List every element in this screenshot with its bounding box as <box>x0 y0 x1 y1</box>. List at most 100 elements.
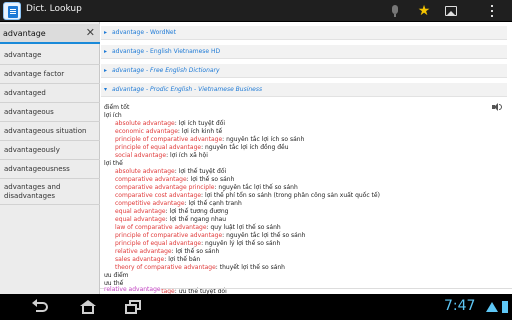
wifi-icon <box>486 302 498 312</box>
entry-meaning: lợi thế tuyệt đối <box>178 168 227 175</box>
app-title: Dict. Lookup <box>26 4 82 14</box>
entry-meaning: nguyên tắc lợi thế so sánh <box>226 232 306 239</box>
entry-row: principle of equal advantage: nguyên tắc… <box>115 144 289 151</box>
battery-icon <box>502 301 508 313</box>
entry-phrase[interactable]: equal advantage <box>115 208 166 215</box>
entry-phrase[interactable]: law of comparative advantage <box>115 224 207 231</box>
overflow-menu-icon[interactable] <box>484 3 500 19</box>
dictionary-header-english-vietnamese-hd[interactable]: ▸ advantage - English Vietnamese HD <box>101 45 507 59</box>
list-item[interactable]: advantaged <box>0 84 100 103</box>
entry-row: equal advantage: lợi thế ngang nhau <box>115 216 227 223</box>
entry-phrase[interactable]: social advantage <box>115 152 166 159</box>
entry-phrase[interactable]: comparative advantage <box>115 176 187 183</box>
entry-meaning: lợi thế cạnh tranh <box>188 200 242 207</box>
entry-row: absolute advantage: lợi thế tuyệt đối <box>115 168 227 175</box>
entry-phrase[interactable]: comparative advantage principle <box>115 184 214 191</box>
entry-phrase[interactable]: comparative cost advantage <box>115 192 201 199</box>
entry-row: relative advantage: lợi thế so sánh <box>115 248 220 255</box>
entry-row: comparative advantage principle: nguyên … <box>115 184 298 191</box>
action-bar: Dict. Lookup ★ <box>0 0 512 22</box>
entry-phrase[interactable]: absolute advantage <box>115 120 175 127</box>
entry-meaning: lợi ích tuyệt đối <box>178 120 226 127</box>
sense-sublabel: lợi ích <box>104 112 122 119</box>
entry-meaning: lợi ích kinh tế <box>181 128 223 135</box>
entry-meaning: nguyên tắc lợi ích so sánh <box>226 136 305 143</box>
entry-row: sales advantage: lợi thế bán <box>115 256 201 263</box>
star-icon[interactable]: ★ <box>416 3 432 19</box>
entry-phrase[interactable]: sales advantage <box>115 256 164 263</box>
entry-row: principle of comparative advantage: nguy… <box>115 232 306 239</box>
entry-meaning: lợi ích xã hội <box>170 152 208 159</box>
dictionary-header-prodic-business[interactable]: ▾ advantage - Prodic English - Vietnamese… <box>101 83 507 97</box>
list-item[interactable]: advantageously <box>0 141 100 160</box>
entry-row: principle of comparative advantage: nguy… <box>115 136 305 143</box>
search-box: ✕ <box>0 24 100 44</box>
list-item[interactable]: advantage <box>0 46 100 65</box>
sidebar: ✕ advantage advantage factor advantaged … <box>0 22 100 294</box>
home-icon[interactable] <box>76 299 100 315</box>
entry-phrase[interactable]: competitive advantage <box>115 200 185 207</box>
dictionary-header-label: advantage - WordNet <box>112 29 176 36</box>
entry-meaning: quy luật lợi thế so sánh <box>210 224 281 231</box>
expand-arrow-icon: ▸ <box>104 29 108 36</box>
entry-meaning: thuyết lợi thế so sánh <box>219 264 285 271</box>
entry-body: điểm tốt lợi ích absolute advantage: lợi… <box>104 104 508 304</box>
sense-label: điểm tốt <box>104 104 130 111</box>
entry-phrase[interactable]: principle of equal advantage <box>115 144 201 151</box>
dictionary-app-icon[interactable] <box>3 2 21 20</box>
entry-meaning: lợi thế so sánh <box>175 248 220 255</box>
entry-row: competitive advantage: lợi thế cạnh tran… <box>115 200 242 207</box>
list-item[interactable]: advantageous <box>0 103 100 122</box>
entry-row: comparative advantage: lợi thế so sánh <box>115 176 235 183</box>
related-link[interactable]: relative advantage <box>104 286 161 293</box>
app-window: Dict. Lookup ★ ✕ advantage advantage fac… <box>0 0 512 320</box>
entry-row: theory of comparative advantage: thuyết … <box>115 264 285 271</box>
back-icon[interactable] <box>30 299 54 315</box>
list-item[interactable]: advantages and disadvantages <box>0 179 100 205</box>
entry-phrase[interactable]: theory of comparative advantage <box>115 264 216 271</box>
entry-phrase[interactable]: principle of equal advantage <box>115 240 201 247</box>
entry-meaning: nguyên tắc lợi ích đồng đều <box>205 144 289 151</box>
entry-phrase[interactable]: economic advantage <box>115 128 178 135</box>
system-navigation-bar: 7:47 <box>0 294 512 320</box>
entry-row: social advantage: lợi ích xã hội <box>115 152 208 159</box>
list-item[interactable]: advantageousness <box>0 160 100 179</box>
entry-row: absolute advantage: lợi ích tuyệt đối <box>115 120 226 127</box>
microphone-icon[interactable] <box>387 3 403 19</box>
entry-row: equal advantage: lợi thế tương đương <box>115 208 229 215</box>
entry-row: comparative cost advantage: lợi thế phí … <box>115 192 380 199</box>
entry-row: law of comparative advantage: quy luật l… <box>115 224 281 231</box>
entry-meaning: lợi thế bán <box>168 256 201 263</box>
image-icon[interactable] <box>443 3 459 19</box>
entry-phrase[interactable]: relative advantage <box>115 248 172 255</box>
entry-meaning: lợi thế so sánh <box>190 176 235 183</box>
entry-phrase[interactable]: equal advantage <box>115 216 166 223</box>
word-list: advantage advantage factor advantaged ad… <box>0 46 100 205</box>
entry-phrase[interactable]: principle of comparative advantage <box>115 136 222 143</box>
list-item[interactable]: advantageous situation <box>0 122 100 141</box>
dictionary-header-wordnet[interactable]: ▸ advantage - WordNet <box>101 26 507 40</box>
entry-meaning: lợi thế tương đương <box>169 208 229 215</box>
expand-arrow-icon: ▸ <box>104 67 108 74</box>
collapse-arrow-icon: ▾ <box>104 86 108 93</box>
list-item[interactable]: advantage factor <box>0 65 100 84</box>
dictionary-header-label: advantage - English Vietnamese HD <box>112 48 221 55</box>
entry-meaning: lợi thế ngang nhau <box>169 216 227 223</box>
recent-apps-icon[interactable] <box>122 299 146 315</box>
entry-meaning: nguyên tắc lợi thế so sánh <box>218 184 298 191</box>
entry-meaning: lợi thế phí tổn so sánh (trong phân công… <box>204 192 380 199</box>
sense-label: lợi thế <box>104 160 123 167</box>
sense-label: ưu điểm <box>104 272 129 279</box>
dictionary-header-free-english[interactable]: ▸ advantage - Free English Dictionary <box>101 64 507 78</box>
close-icon[interactable]: ✕ <box>86 26 95 40</box>
dictionary-header-label: advantage - Free English Dictionary <box>112 67 220 74</box>
system-clock: 7:47 <box>444 298 476 314</box>
entry-phrase[interactable]: absolute advantage <box>115 168 175 175</box>
definition-panel: ▸ advantage - WordNet ▸ advantage - Englis… <box>100 22 512 303</box>
entry-row: principle of equal advantage: nguyên lý … <box>115 240 281 247</box>
search-input[interactable] <box>3 26 81 41</box>
dictionary-header-label: advantage - Prodic English - Vietnamese … <box>112 86 263 93</box>
expand-arrow-icon: ▸ <box>104 48 108 55</box>
entry-row: economic advantage: lợi ích kinh tế <box>115 128 223 135</box>
entry-phrase[interactable]: principle of comparative advantage <box>115 232 222 239</box>
